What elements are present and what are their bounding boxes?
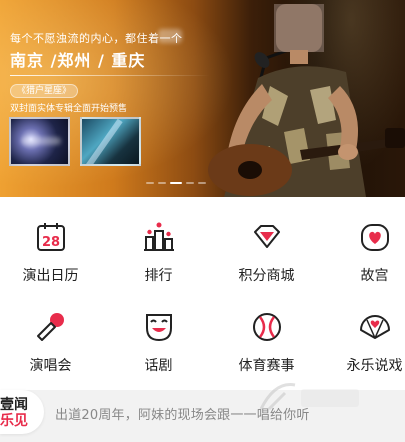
carousel-indicator [146,182,206,184]
menu-concert[interactable]: 演唱会 [0,297,101,377]
menu-label: 体育赛事 [238,358,295,374]
menu-calendar[interactable]: 28 演出日历 [0,207,101,287]
ranking-podium-icon [142,220,176,254]
watermark-logo [259,383,359,411]
carousel-dot[interactable] [158,182,166,184]
album-cover-1 [9,117,70,166]
microphone-icon [34,310,68,344]
menu-opera-talk[interactable]: 永乐说戏 [324,297,405,377]
calendar-icon: 28 [34,220,68,254]
carousel-dot[interactable] [146,182,154,184]
drama-mask-icon [142,310,176,344]
app-screen: 每个不愿浊流的内心，都住着一个 南京 /郑州 / 重庆 《猎户星座》 双封面实体… [0,0,405,442]
banner-divider [10,75,210,76]
menu-label: 永乐说戏 [346,358,403,374]
calendar-day: 28 [41,235,59,250]
carousel-dot[interactable] [198,182,206,184]
heart-palace-icon [358,220,392,254]
diamond-shop-icon [250,220,284,254]
grid-row: 演唱会 话剧 体育赛事 永乐说戏 [0,297,405,377]
album-title-pill: 《猎户星座》 [10,84,79,98]
banner-blur [158,29,182,43]
grid-row: 28 演出日历 排行 积分商城 故宫 [0,207,405,287]
menu-palace[interactable]: 故宫 [324,207,405,287]
opera-fan-icon [358,310,392,344]
baseball-icon [250,310,284,344]
banner-tagline: 每个不愿浊流的内心，都住着一个 [10,32,183,45]
performer-image [208,4,405,197]
album-cover-2 [80,117,141,166]
menu-label: 排行 [144,268,173,284]
carousel-dot-active[interactable] [170,182,182,184]
menu-label: 演唱会 [29,358,72,374]
menu-label: 演出日历 [22,268,79,284]
promo-banner[interactable]: 每个不愿浊流的内心，都住着一个 南京 /郑州 / 重庆 《猎户星座》 双封面实体… [0,0,405,197]
menu-label: 故宫 [360,268,389,284]
banner-cities: 南京 /郑州 / 重庆 [10,51,146,70]
menu-ranking[interactable]: 排行 [108,207,209,287]
news-logo: 壹闻 乐见 [0,390,44,434]
menu-label: 积分商城 [238,268,295,284]
news-logo-bottom: 乐见 [0,413,28,429]
menu-drama[interactable]: 话剧 [108,297,209,377]
menu-sports[interactable]: 体育赛事 [216,297,317,377]
album-description: 双封面实体专辑全面开始预售 [10,104,128,114]
menu-points-mall[interactable]: 积分商城 [216,207,317,287]
carousel-dot[interactable] [186,182,194,184]
menu-label: 话剧 [144,358,173,374]
